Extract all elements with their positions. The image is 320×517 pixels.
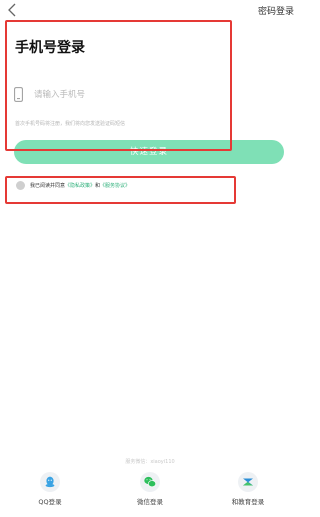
back-button[interactable] — [6, 2, 20, 18]
password-login-link[interactable]: 密码登录 — [258, 4, 294, 17]
wechat-login-button[interactable]: 微信登录 — [120, 472, 180, 506]
qq-login-label: QQ登录 — [38, 498, 62, 506]
hejiaoyu-login-label: 和教育登录 — [231, 498, 265, 506]
highlight-box-login-form — [5, 20, 232, 151]
chevron-left-icon — [8, 3, 16, 17]
hejiaoyu-icon — [238, 472, 258, 492]
highlight-box-agreement — [5, 176, 236, 204]
qq-icon — [40, 472, 60, 492]
hejiaoyu-login-button[interactable]: 和教育登录 — [218, 472, 278, 506]
qq-login-button[interactable]: QQ登录 — [20, 472, 80, 506]
service-wechat-hint: 服务微信：xiaoyi110 — [125, 459, 175, 465]
top-bar: 密码登录 — [0, 0, 300, 22]
wechat-icon — [140, 472, 160, 492]
wechat-login-label: 微信登录 — [137, 498, 163, 506]
